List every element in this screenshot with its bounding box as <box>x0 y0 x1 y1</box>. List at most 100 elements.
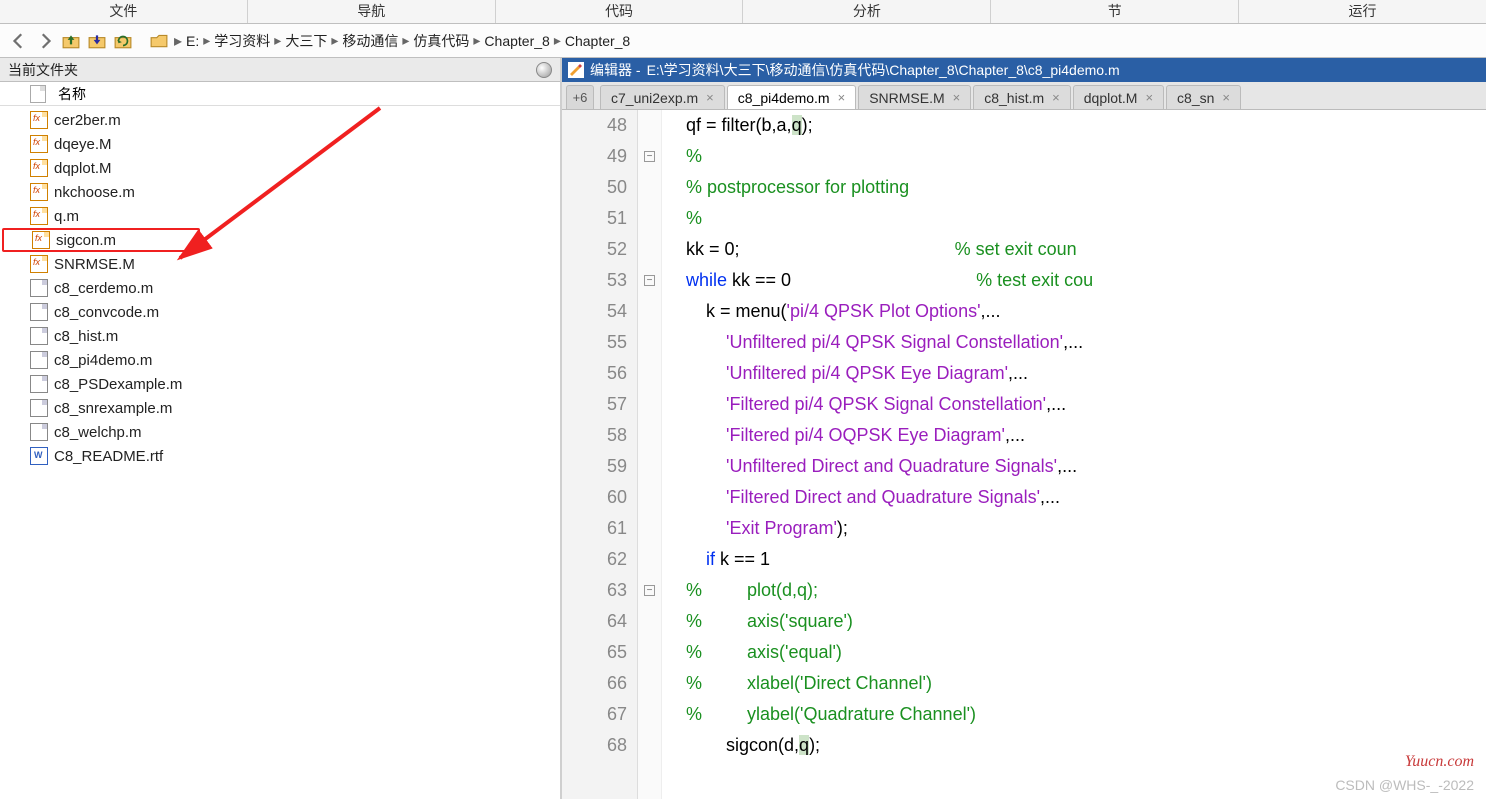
file-name: c8_welchp.m <box>54 424 142 441</box>
file-row[interactable]: c8_pi4demo.m <box>0 348 560 372</box>
up-folder-button[interactable] <box>60 30 82 52</box>
script-file-icon <box>30 423 48 441</box>
panel-options-icon[interactable] <box>536 62 552 78</box>
folder-open-icon[interactable] <box>148 30 170 52</box>
script-file-icon <box>30 327 48 345</box>
crumb-seg[interactable]: 学习资料 <box>214 31 270 51</box>
nav-forward-button[interactable] <box>34 30 56 52</box>
menu-nav[interactable]: 导航 <box>248 0 496 23</box>
name-column-header: 名称 <box>58 84 86 104</box>
crumb-seg[interactable]: Chapter_8 <box>565 33 630 49</box>
script-file-icon <box>30 279 48 297</box>
file-row[interactable]: q.m <box>0 204 560 228</box>
file-row[interactable]: c8_hist.m <box>0 324 560 348</box>
crumb-seg[interactable]: Chapter_8 <box>484 33 549 49</box>
tab-close-icon[interactable]: × <box>1222 90 1230 105</box>
function-file-icon <box>30 135 48 153</box>
script-file-icon <box>30 303 48 321</box>
function-file-icon <box>32 231 50 249</box>
function-file-icon <box>30 111 48 129</box>
editor-panel: 编辑器 - E:\学习资料\大三下\移动通信\仿真代码\Chapter_8\Ch… <box>562 58 1486 799</box>
file-row[interactable]: nkchoose.m <box>0 180 560 204</box>
tab-close-icon[interactable]: × <box>838 90 846 105</box>
breadcrumb-arrow: ▸ <box>174 31 182 51</box>
menu-code[interactable]: 代码 <box>496 0 744 23</box>
file-list-header[interactable]: 名称 <box>0 82 560 106</box>
file-row[interactable]: sigcon.m <box>2 228 200 252</box>
menu-analyze[interactable]: 分析 <box>743 0 991 23</box>
tab-label: SNRMSE.M <box>869 90 944 106</box>
breadcrumb: E:▸ 学习资料▸ 大三下▸ 移动通信▸ 仿真代码▸ Chapter_8▸ Ch… <box>186 31 630 51</box>
crumb-seg[interactable]: 仿真代码 <box>413 31 469 51</box>
code-fold-gutter[interactable]: −−− <box>638 110 662 799</box>
current-folder-header: 当前文件夹 <box>0 58 560 82</box>
file-name: dqeye.M <box>54 136 112 153</box>
tab-label: c8_pi4demo.m <box>738 90 830 106</box>
file-name: c8_cerdemo.m <box>54 280 153 297</box>
crumb-drive[interactable]: E: <box>186 33 199 49</box>
current-folder-title: 当前文件夹 <box>8 60 78 80</box>
file-name: SNRMSE.M <box>54 256 135 273</box>
file-row[interactable]: dqeye.M <box>0 132 560 156</box>
tab-overflow-button[interactable]: +6 <box>566 85 594 109</box>
tab-close-icon[interactable]: × <box>1052 90 1060 105</box>
editor-tab[interactable]: c8_sn × <box>1166 85 1241 109</box>
file-name: c8_PSDexample.m <box>54 376 182 393</box>
folder-button-3[interactable] <box>112 30 134 52</box>
editor-tab[interactable]: c8_hist.m × <box>973 85 1071 109</box>
file-row[interactable]: c8_welchp.m <box>0 420 560 444</box>
doc-icon <box>30 85 46 103</box>
file-row[interactable]: cer2ber.m <box>0 108 560 132</box>
crumb-seg[interactable]: 大三下 <box>285 31 327 51</box>
file-name: cer2ber.m <box>54 112 121 129</box>
tab-label: c8_hist.m <box>984 90 1044 106</box>
code-editor[interactable]: 4849505152535455565758596061626364656667… <box>562 110 1486 799</box>
script-file-icon <box>30 375 48 393</box>
function-file-icon <box>30 183 48 201</box>
editor-title-prefix: 编辑器 - <box>590 60 641 80</box>
code-content[interactable]: qf = filter(b,a,q);%% postprocessor for … <box>662 110 1486 799</box>
editor-title-path: E:\学习资料\大三下\移动通信\仿真代码\Chapter_8\Chapter_… <box>647 60 1120 80</box>
file-name: c8_convcode.m <box>54 304 159 321</box>
file-row[interactable]: dqplot.M <box>0 156 560 180</box>
file-row[interactable]: c8_snrexample.m <box>0 396 560 420</box>
function-file-icon <box>30 159 48 177</box>
rtf-file-icon <box>30 447 48 465</box>
pencil-icon <box>568 62 584 78</box>
current-folder-panel: 当前文件夹 名称 cer2ber.m dqeye.M dqplot.M nkchoos… <box>0 58 562 799</box>
file-name: nkchoose.m <box>54 184 135 201</box>
folder-button-2[interactable] <box>86 30 108 52</box>
file-row[interactable]: SNRMSE.M <box>0 252 560 276</box>
file-name: C8_README.rtf <box>54 448 163 465</box>
nav-back-button[interactable] <box>8 30 30 52</box>
file-name: q.m <box>54 208 79 225</box>
editor-tab[interactable]: dqplot.M× <box>1073 85 1164 109</box>
menu-bar: 文件 导航 代码 分析 节 运行 <box>0 0 1486 24</box>
file-name: sigcon.m <box>56 232 116 249</box>
menu-file[interactable]: 文件 <box>0 0 248 23</box>
menu-run[interactable]: 运行 <box>1239 0 1486 23</box>
editor-tab[interactable]: SNRMSE.M × <box>858 85 971 109</box>
line-number-gutter: 4849505152535455565758596061626364656667… <box>562 110 638 799</box>
tab-close-icon[interactable]: × <box>953 90 961 105</box>
editor-tab[interactable]: c7_uni2exp.m× <box>600 85 725 109</box>
toolbar: ▸ E:▸ 学习资料▸ 大三下▸ 移动通信▸ 仿真代码▸ Chapter_8▸ … <box>0 24 1486 58</box>
function-file-icon <box>30 207 48 225</box>
script-file-icon <box>30 399 48 417</box>
file-row[interactable]: c8_cerdemo.m <box>0 276 560 300</box>
editor-tab-bar: +6 c7_uni2exp.m×c8_pi4demo.m×SNRMSE.M×c8… <box>562 82 1486 110</box>
tab-close-icon[interactable]: × <box>1145 90 1153 105</box>
tab-label: c8_sn <box>1177 90 1214 106</box>
menu-section[interactable]: 节 <box>991 0 1239 23</box>
file-row[interactable]: C8_README.rtf <box>0 444 560 468</box>
file-name: dqplot.M <box>54 160 112 177</box>
file-row[interactable]: c8_PSDexample.m <box>0 372 560 396</box>
crumb-seg[interactable]: 移动通信 <box>342 31 398 51</box>
file-name: c8_pi4demo.m <box>54 352 152 369</box>
tab-close-icon[interactable]: × <box>706 90 714 105</box>
file-list[interactable]: cer2ber.m dqeye.M dqplot.M nkchoose.m q.m sig… <box>0 106 560 799</box>
script-file-icon <box>30 351 48 369</box>
file-row[interactable]: c8_convcode.m <box>0 300 560 324</box>
editor-tab[interactable]: c8_pi4demo.m × <box>727 85 856 109</box>
file-name: c8_hist.m <box>54 328 118 345</box>
